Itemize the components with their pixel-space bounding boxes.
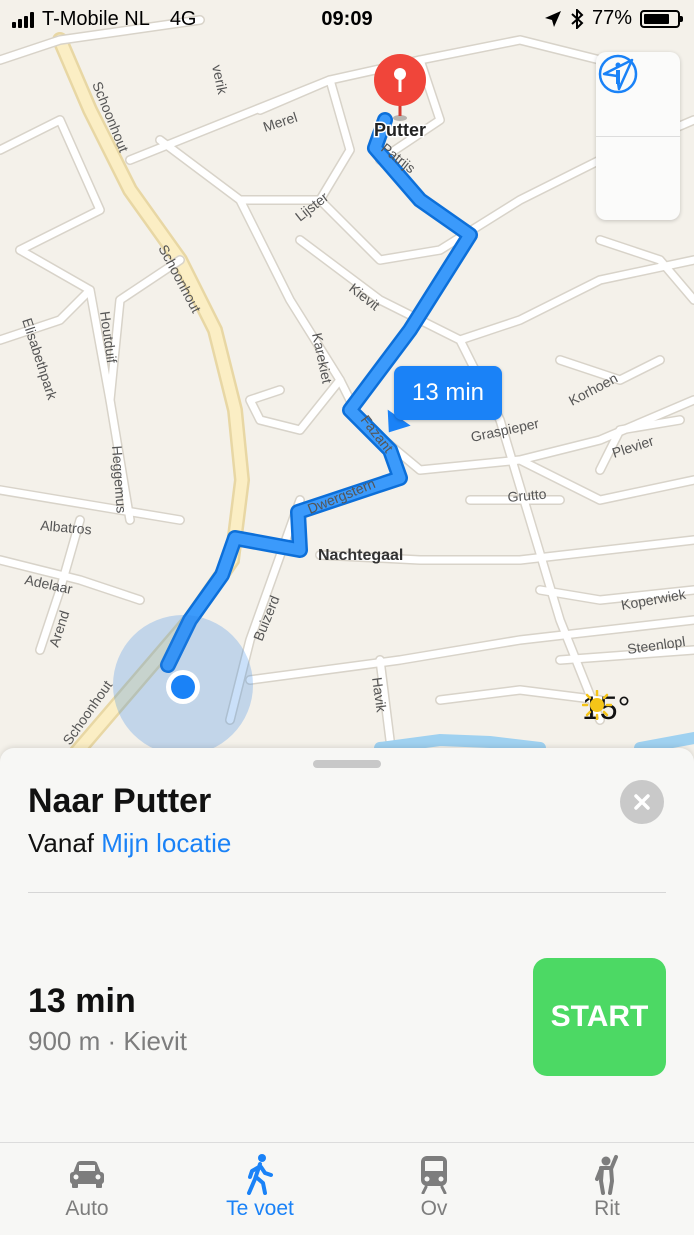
route-duration: 13 min [28,982,136,1020]
battery-percentage: 77% [591,7,632,29]
route-details: 900 m · Kievit [28,1026,187,1056]
status-bar: T-Mobile NL 4G 09:09 77% [0,0,694,38]
weather-widget: 15° [582,690,630,727]
location-services-icon [544,10,561,27]
walking-icon [247,1154,273,1195]
destination-label: Putter [374,120,426,140]
close-icon [634,794,650,810]
route-origin: Vanaf Mijn locatie [28,828,231,859]
battery-level-fill [644,13,669,24]
route-card: Naar Putter Vanaf Mijn locatie 13 min 90… [0,748,694,1142]
tab-auto-label: Auto [65,1197,109,1220]
start-button[interactable]: START [533,958,666,1076]
bluetooth-icon [571,8,584,29]
tab-te-voet-label: Te voet [226,1197,294,1220]
tab-te-voet[interactable]: Te voet [200,1151,320,1221]
map-view[interactable]: Merel Lijster Patrijs Kievit Karekiet Fa… [0,0,694,760]
train-icon [421,1156,447,1194]
ride-icon [595,1155,618,1195]
battery-icon [640,9,683,28]
origin-link[interactable]: Mijn locatie [101,828,231,858]
sheet-grabber[interactable] [313,760,381,768]
tab-rit[interactable]: Rit [547,1151,667,1221]
close-button[interactable] [620,780,664,824]
car-icon [70,1161,104,1188]
route-title: Naar Putter [28,782,212,820]
tab-rit-label: Rit [594,1197,620,1220]
street-label-grutto: Grutto [507,486,547,505]
tab-ov[interactable]: Ov [374,1151,494,1221]
street-label-nachtegaal: Nachtegaal [318,547,403,564]
origin-label: Vanaf [28,828,95,858]
transport-mode-tabbar: Auto Te voet Ov Rit [0,1142,694,1235]
user-location-dot [171,675,195,699]
eta-bubble[interactable]: 13 min [394,366,502,420]
divider [28,892,666,893]
map-controls [596,52,680,220]
tab-auto[interactable]: Auto [27,1151,147,1221]
tab-ov-label: Ov [420,1197,448,1220]
location-arrow-icon [602,58,634,91]
location-button[interactable] [596,58,680,221]
sun-icon [582,690,612,720]
map-canvas: Merel Lijster Patrijs Kievit Karekiet Fa… [0,0,694,760]
